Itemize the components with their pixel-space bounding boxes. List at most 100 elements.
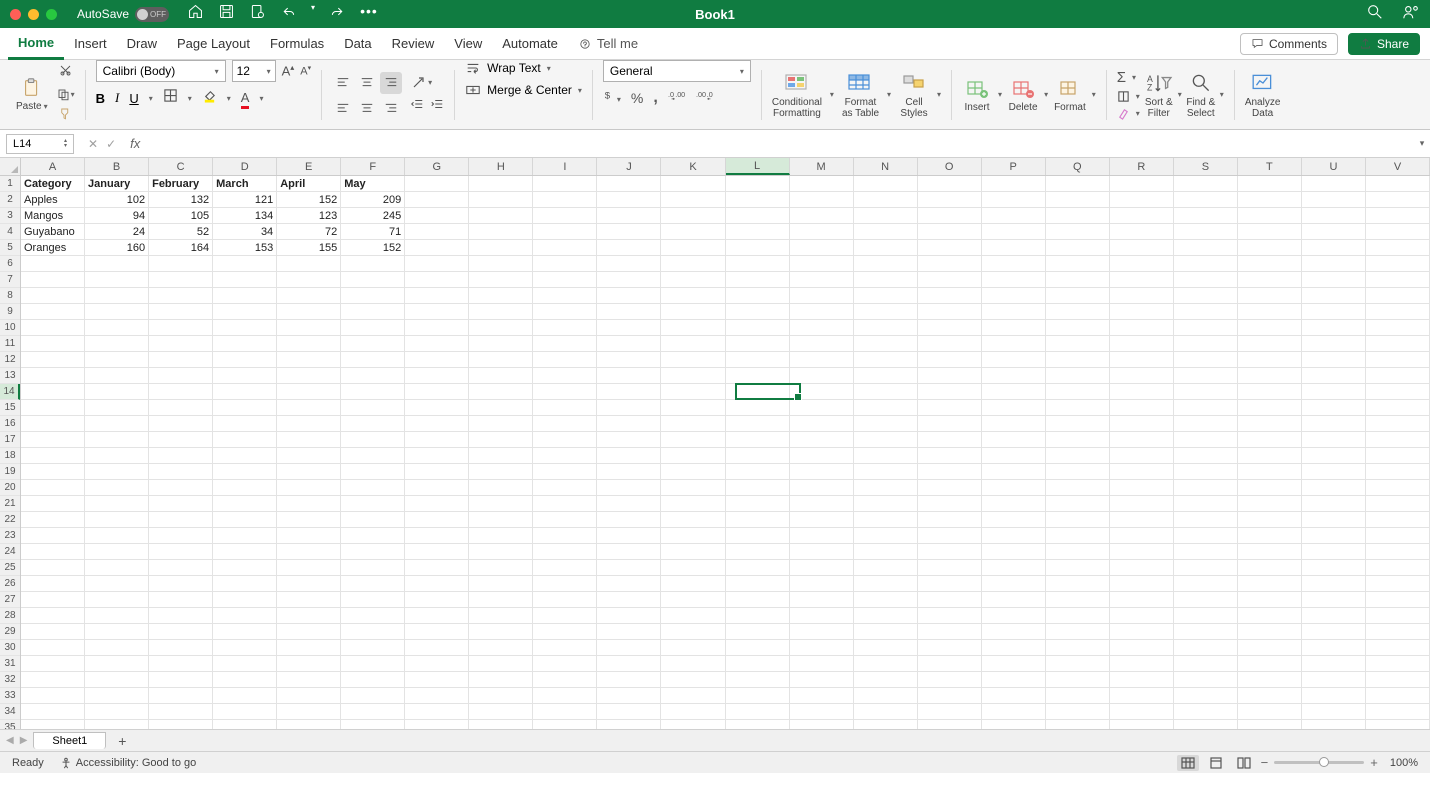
- align-center[interactable]: [356, 96, 378, 118]
- col-header-J[interactable]: J: [597, 158, 661, 175]
- name-box[interactable]: L14 ▴▾: [6, 134, 74, 154]
- new-icon[interactable]: [249, 3, 266, 25]
- tab-home[interactable]: Home: [8, 28, 64, 60]
- cell-C20[interactable]: [149, 480, 213, 496]
- row-header-6[interactable]: 6: [0, 256, 20, 272]
- col-header-I[interactable]: I: [533, 158, 597, 175]
- cell-F21[interactable]: [341, 496, 405, 512]
- normal-view-icon[interactable]: [1177, 755, 1199, 771]
- cell-D17[interactable]: [213, 432, 277, 448]
- cell-T20[interactable]: [1238, 480, 1302, 496]
- align-top-center[interactable]: [356, 72, 378, 94]
- cell-F15[interactable]: [341, 400, 405, 416]
- cell-K11[interactable]: [661, 336, 725, 352]
- row-header-24[interactable]: 24: [0, 544, 20, 560]
- cell-F34[interactable]: [341, 704, 405, 720]
- cell-O4[interactable]: [918, 224, 982, 240]
- wrap-text-button[interactable]: Wrap Text▾: [465, 60, 551, 76]
- cell-I32[interactable]: [533, 672, 597, 688]
- cell-V24[interactable]: [1366, 544, 1430, 560]
- cell-G34[interactable]: [405, 704, 469, 720]
- row-header-9[interactable]: 9: [0, 304, 20, 320]
- cell-M18[interactable]: [790, 448, 854, 464]
- cell-K25[interactable]: [661, 560, 725, 576]
- cell-G5[interactable]: [405, 240, 469, 256]
- cell-A35[interactable]: [21, 720, 85, 729]
- cell-P8[interactable]: [982, 288, 1046, 304]
- row-header-20[interactable]: 20: [0, 480, 20, 496]
- cell-H4[interactable]: [469, 224, 533, 240]
- cell-R35[interactable]: [1110, 720, 1174, 729]
- cell-T26[interactable]: [1238, 576, 1302, 592]
- cell-I2[interactable]: [533, 192, 597, 208]
- cell-K26[interactable]: [661, 576, 725, 592]
- col-header-N[interactable]: N: [854, 158, 918, 175]
- cell-H5[interactable]: [469, 240, 533, 256]
- cell-N19[interactable]: [854, 464, 918, 480]
- row-header-8[interactable]: 8: [0, 288, 20, 304]
- cell-Q6[interactable]: [1046, 256, 1110, 272]
- cell-A13[interactable]: [21, 368, 85, 384]
- cell-R29[interactable]: [1110, 624, 1174, 640]
- cell-G4[interactable]: [405, 224, 469, 240]
- cell-T1[interactable]: [1238, 176, 1302, 192]
- cell-D24[interactable]: [213, 544, 277, 560]
- cell-A33[interactable]: [21, 688, 85, 704]
- cell-I23[interactable]: [533, 528, 597, 544]
- cell-O15[interactable]: [918, 400, 982, 416]
- cell-P27[interactable]: [982, 592, 1046, 608]
- cell-P26[interactable]: [982, 576, 1046, 592]
- cell-G33[interactable]: [405, 688, 469, 704]
- cell-M25[interactable]: [790, 560, 854, 576]
- cell-U23[interactable]: [1302, 528, 1366, 544]
- cell-I15[interactable]: [533, 400, 597, 416]
- cell-K5[interactable]: [661, 240, 725, 256]
- cell-F13[interactable]: [341, 368, 405, 384]
- cell-H17[interactable]: [469, 432, 533, 448]
- cell-F23[interactable]: [341, 528, 405, 544]
- cell-R28[interactable]: [1110, 608, 1174, 624]
- cell-D26[interactable]: [213, 576, 277, 592]
- cell-M34[interactable]: [790, 704, 854, 720]
- cell-O11[interactable]: [918, 336, 982, 352]
- cell-V22[interactable]: [1366, 512, 1430, 528]
- cell-U7[interactable]: [1302, 272, 1366, 288]
- cell-C29[interactable]: [149, 624, 213, 640]
- cell-O24[interactable]: [918, 544, 982, 560]
- cell-F31[interactable]: [341, 656, 405, 672]
- cell-Q16[interactable]: [1046, 416, 1110, 432]
- cell-F22[interactable]: [341, 512, 405, 528]
- cell-A31[interactable]: [21, 656, 85, 672]
- cell-K15[interactable]: [661, 400, 725, 416]
- cell-Q34[interactable]: [1046, 704, 1110, 720]
- cell-A25[interactable]: [21, 560, 85, 576]
- cell-B3[interactable]: 94: [85, 208, 149, 224]
- tab-view[interactable]: View: [444, 28, 492, 60]
- comma-format-icon[interactable]: ,: [653, 89, 657, 107]
- cell-B30[interactable]: [85, 640, 149, 656]
- cell-G15[interactable]: [405, 400, 469, 416]
- row-header-29[interactable]: 29: [0, 624, 20, 640]
- cell-P14[interactable]: [982, 384, 1046, 400]
- cell-P22[interactable]: [982, 512, 1046, 528]
- cell-O23[interactable]: [918, 528, 982, 544]
- cell-T35[interactable]: [1238, 720, 1302, 729]
- cell-V31[interactable]: [1366, 656, 1430, 672]
- cell-R31[interactable]: [1110, 656, 1174, 672]
- cell-D7[interactable]: [213, 272, 277, 288]
- cell-B24[interactable]: [85, 544, 149, 560]
- cell-J33[interactable]: [597, 688, 661, 704]
- cell-C27[interactable]: [149, 592, 213, 608]
- cell-S21[interactable]: [1174, 496, 1238, 512]
- cell-O13[interactable]: [918, 368, 982, 384]
- cell-T27[interactable]: [1238, 592, 1302, 608]
- cell-T9[interactable]: [1238, 304, 1302, 320]
- cell-T24[interactable]: [1238, 544, 1302, 560]
- cell-V14[interactable]: [1366, 384, 1430, 400]
- cell-P21[interactable]: [982, 496, 1046, 512]
- cell-A15[interactable]: [21, 400, 85, 416]
- cell-B27[interactable]: [85, 592, 149, 608]
- cell-S4[interactable]: [1174, 224, 1238, 240]
- cell-V35[interactable]: [1366, 720, 1430, 729]
- cell-V17[interactable]: [1366, 432, 1430, 448]
